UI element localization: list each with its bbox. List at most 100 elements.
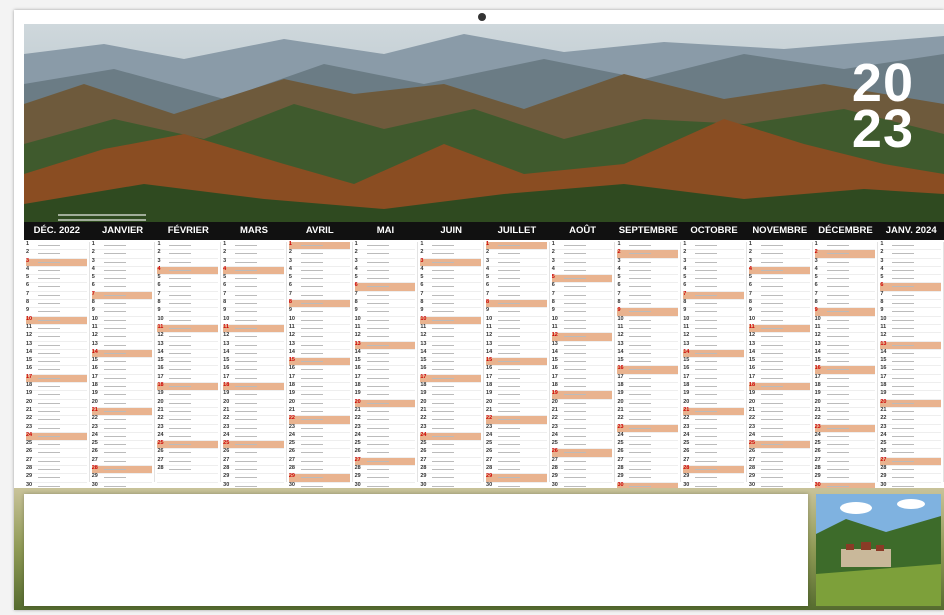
saint-name-line (300, 477, 323, 479)
day-number: 3 (748, 257, 752, 264)
day-number: 7 (26, 290, 30, 297)
saint-name-line (38, 319, 60, 321)
day-number: 29 (880, 473, 887, 480)
day-number: 27 (617, 456, 624, 463)
saint-name-line (103, 419, 126, 421)
day-number: 24 (683, 431, 690, 438)
day-number: 16 (420, 365, 427, 372)
saint-name-line (300, 452, 323, 454)
day-row: 7 (748, 291, 810, 301)
day-row: 17 (748, 373, 810, 384)
day-row: 16 (617, 365, 679, 375)
saint-name-line (300, 311, 323, 313)
saint-name-line (366, 469, 389, 471)
day-row: 15 (420, 357, 482, 367)
day-row: 7 (223, 291, 284, 301)
day-number: 7 (420, 290, 424, 297)
day-number: 1 (223, 241, 227, 247)
saint-name-line (629, 377, 652, 379)
day-row: 19 (223, 390, 284, 400)
saint-name-line (366, 269, 389, 271)
day-number: 12 (354, 332, 361, 339)
day-number: 14 (288, 348, 295, 355)
day-row: 3 (814, 257, 876, 267)
day-row: 8 (486, 299, 547, 309)
saint-name-line (826, 377, 849, 379)
day-row: 23 (91, 424, 153, 433)
day-number: 4 (748, 265, 752, 272)
day-row: 12 (486, 332, 547, 342)
day-number: 10 (223, 315, 230, 322)
day-number: 30 (223, 481, 230, 488)
saint-name-line (38, 452, 60, 454)
day-number: 4 (551, 265, 555, 272)
saint-name-line (498, 386, 521, 388)
saint-name-line (563, 444, 586, 446)
day-row: 21 (683, 407, 744, 417)
month-header: JANV. 2024 (885, 225, 937, 236)
day-row: 7 (420, 290, 482, 301)
day-row: 13 (223, 341, 284, 350)
saint-name-line (432, 344, 455, 346)
day-number: 21 (420, 406, 427, 413)
saint-name-line (695, 327, 718, 329)
day-number: 10 (814, 315, 821, 322)
saint-name-line (432, 485, 455, 487)
day-number: 17 (748, 373, 756, 380)
day-row: 9 (223, 307, 284, 317)
saint-name-line (826, 344, 849, 346)
saint-name-line (432, 469, 455, 471)
day-row: 15 (223, 357, 284, 367)
day-row: 23 (748, 424, 810, 433)
day-number: 30 (288, 481, 295, 488)
saint-name-line (169, 394, 192, 396)
day-row: 3 (880, 258, 942, 267)
day-number: 10 (354, 315, 361, 322)
day-row: 14 (91, 349, 153, 359)
day-number: 1 (288, 241, 292, 247)
day-row: 12 (551, 332, 613, 342)
day-number: 5 (748, 274, 752, 281)
day-number: 1 (26, 241, 30, 247)
day-number: 19 (223, 390, 230, 397)
day-number: 9 (486, 307, 490, 314)
day-row: 8 (288, 299, 350, 309)
saint-name-line (103, 253, 126, 255)
day-row: 25 (748, 440, 810, 450)
day-number: 8 (354, 299, 358, 306)
day-row: 8 (26, 299, 87, 309)
day-row: 28 (157, 465, 219, 475)
saint-name-line (366, 253, 389, 255)
saint-name-line (629, 286, 652, 288)
day-number: 9 (354, 307, 358, 314)
saint-name-line (498, 352, 521, 354)
day-number: 14 (354, 348, 361, 355)
month-column: 1 2 3 4 5 6 7 8 9 10 11 12 13 14 15 16 17 18 19 20 21 22 23 24 2… (353, 241, 419, 500)
month-header: MARS (240, 225, 268, 236)
day-number: 6 (880, 282, 884, 289)
saint-name-line (235, 361, 258, 363)
day-number: 12 (223, 332, 230, 339)
day-number: 5 (683, 274, 687, 281)
day-row: 25 (814, 440, 876, 450)
day-row: 21 (486, 407, 547, 417)
saint-name-line (38, 444, 60, 446)
saint-name-line (695, 435, 718, 437)
day-row: 10 (26, 316, 87, 325)
day-row: 10 (814, 315, 876, 325)
day-row: 16 (880, 365, 942, 375)
day-number: 3 (551, 257, 555, 264)
day-row: 16 (91, 365, 153, 375)
saint-name-line (300, 344, 323, 346)
day-number: 9 (617, 307, 621, 314)
saint-name-line (760, 294, 783, 296)
saint-name-line (366, 410, 389, 412)
day-row: 16 (223, 365, 284, 375)
day-row: 15 (683, 357, 744, 367)
day-number: 25 (617, 440, 624, 447)
day-number: 7 (157, 290, 161, 297)
day-number: 30 (748, 481, 756, 488)
day-number: 3 (814, 257, 818, 264)
saint-name-line (366, 278, 389, 280)
day-number: 5 (880, 274, 884, 281)
